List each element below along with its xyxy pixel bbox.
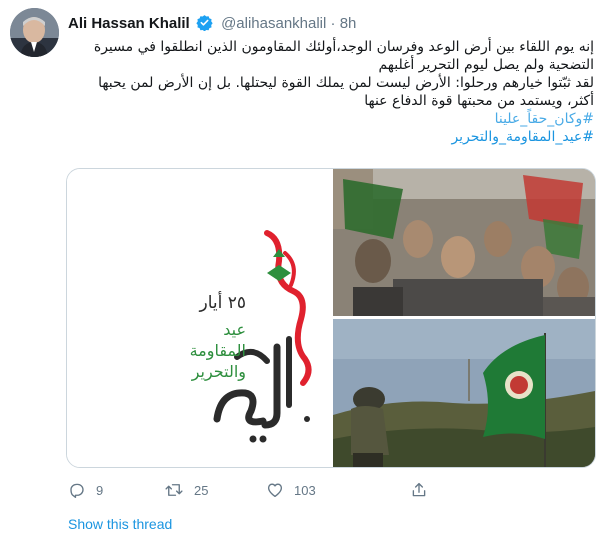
poster-title-line: والتحرير [191,362,246,381]
reply-count: 9 [96,482,104,498]
retweet-button[interactable]: 25 [164,481,208,499]
like-button[interactable]: 103 [266,481,316,499]
media-grid[interactable]: ٢٥ أيار عيد المقاومة والتحرير [66,168,596,468]
tweet-timestamp[interactable]: 8h [340,15,357,32]
reply-icon [68,481,86,499]
calligraphy-emblem [213,230,312,443]
share-icon [410,481,428,499]
tweet-text: إنه يوم اللقاء بين أرض الوعد وفرسان الوج… [68,38,594,146]
tweet: Ali Hassan Khalil @alihasankhalil · 8h إ… [0,0,600,546]
tweet-text-line: لقد ثبّتوا خيارهم ورحلوا: الأرض ليست لمن… [98,75,594,91]
author-handle[interactable]: @alihasankhalil [221,15,326,32]
like-icon [266,481,284,499]
poster-title-line: المقاومة [189,341,246,360]
verified-badge-icon [196,14,213,35]
retweet-count: 25 [194,482,209,498]
show-thread-link[interactable]: Show this thread [68,516,172,532]
reply-button[interactable]: 9 [68,481,103,499]
hashtag-link[interactable]: #عيد_المقاومة_والتحرير [68,128,594,146]
crowd-photo[interactable] [333,169,595,316]
poster-title: عيد المقاومة والتحرير [190,319,246,382]
poster-image[interactable]: ٢٥ أيار عيد المقاومة والتحرير [67,169,330,467]
header-separator: · [330,15,336,32]
tweet-header: Ali Hassan Khalil @alihasankhalil · 8h [68,14,356,35]
poster-date: ٢٥ أيار [199,293,246,313]
tweet-text-line: التضحية ولم يصل ليوم التحرير أغلبهم [378,57,594,73]
share-button[interactable] [410,481,428,499]
tweet-actions: 9 25 103 [68,481,588,501]
retweet-icon [164,481,184,499]
avatar[interactable] [10,8,59,57]
like-count: 103 [294,482,316,498]
poster-title-line: عيد [223,320,246,339]
hashtag-link[interactable]: #وكان_حقاً_علينا [68,110,594,128]
tweet-text-line: إنه يوم اللقاء بين أرض الوعد وفرسان الوج… [93,39,594,55]
tweet-text-line: أكثر، ويستمد من محبتها قوة الدفاع عنها [364,93,594,109]
author-name[interactable]: Ali Hassan Khalil [68,15,190,32]
flag-photo[interactable] [333,319,595,467]
